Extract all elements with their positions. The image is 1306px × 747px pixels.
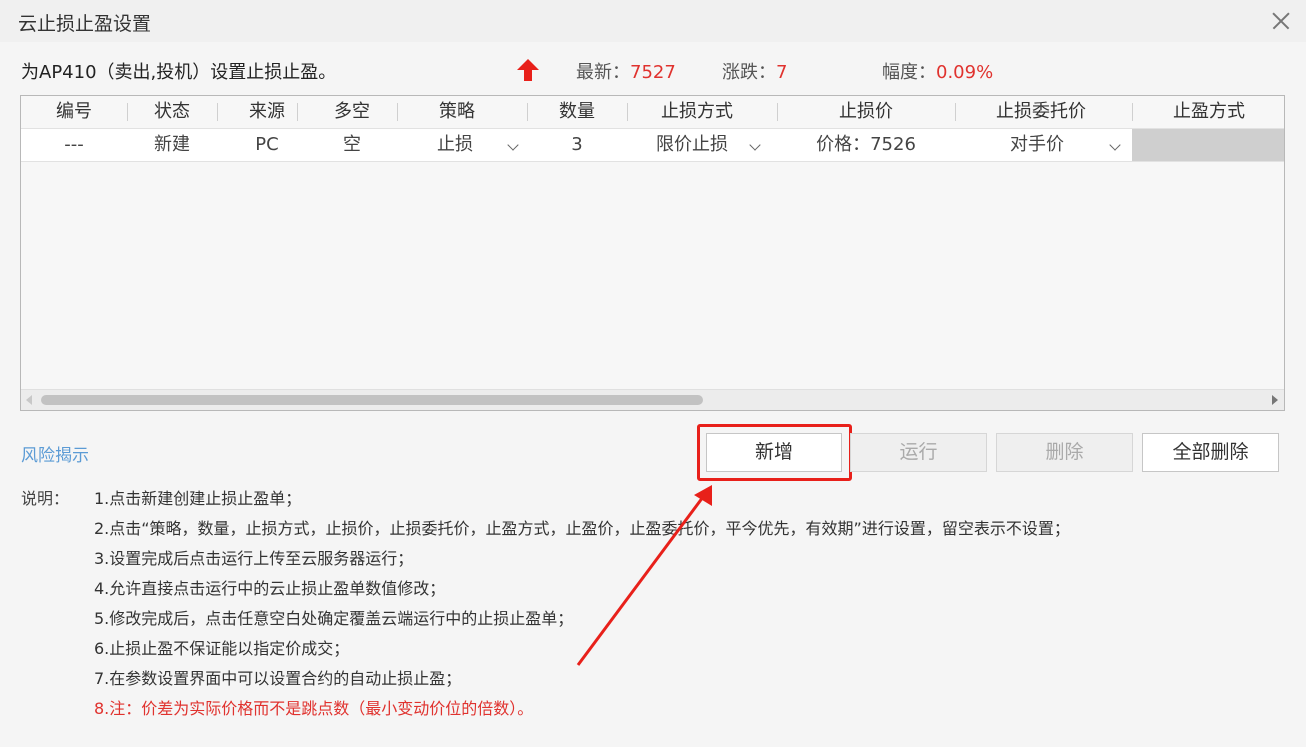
note-item: 4.允许直接点击运行中的云止损止盈单数值修改； (94, 579, 446, 598)
col-header-stop-loss-order-price[interactable]: 止损委托价 (955, 96, 1127, 128)
horizontal-scrollbar[interactable] (21, 389, 1284, 410)
col-header-quantity[interactable]: 数量 (527, 96, 627, 128)
cell-id: --- (64, 134, 84, 155)
table-row[interactable]: --- 新建 PC 空 止损 3 限价止损 价格：7526 对手价 (21, 129, 1284, 162)
cell-take-profit-method[interactable] (1132, 129, 1284, 161)
strategy-value: 止损 (437, 134, 473, 155)
chevron-down-icon (749, 139, 761, 151)
delete-button[interactable]: 删除 (996, 433, 1133, 472)
col-header-stop-loss-price[interactable]: 止损价 (777, 96, 955, 128)
col-header-strategy[interactable]: 策略 (397, 96, 517, 128)
title-bar: 云止损止盈设置 (0, 0, 1306, 42)
change-value: 7 (776, 62, 788, 83)
stop-loss-method-value: 限价止损 (656, 134, 728, 155)
strategy-select[interactable]: 止损 (437, 129, 527, 161)
price-change: 涨跌：7 (722, 58, 787, 84)
cell-quantity[interactable]: 3 (527, 129, 627, 161)
price-range: 幅度：0.09% (882, 58, 993, 84)
stop-loss-order-price-value: 对手价 (1010, 134, 1064, 155)
note-item: 1.点击新建创建止损止盈单； (94, 489, 302, 508)
delete-all-button[interactable]: 全部删除 (1142, 433, 1279, 472)
col-header-status[interactable]: 状态 (127, 96, 217, 128)
scroll-left-icon[interactable] (26, 395, 32, 405)
notes-label: 说明： (21, 489, 70, 508)
note-item: 3.设置完成后点击运行上传至云服务器运行； (94, 549, 414, 568)
risk-disclosure-link[interactable]: 风险揭示 (21, 441, 89, 466)
range-value: 0.09% (936, 62, 994, 83)
latest-value: 7527 (630, 62, 676, 83)
chevron-down-icon (507, 139, 519, 151)
window-title: 云止损止盈设置 (18, 13, 152, 35)
stop-loss-method-select[interactable]: 限价止损 (656, 129, 771, 161)
run-button[interactable]: 运行 (850, 433, 987, 472)
scrollbar-thumb[interactable] (41, 395, 703, 405)
col-header-stop-loss-method[interactable]: 止损方式 (627, 96, 767, 128)
range-label: 幅度： (882, 62, 936, 83)
note-item: 6.止损止盈不保证能以指定价成交； (94, 639, 350, 658)
add-button[interactable]: 新增 (706, 433, 842, 472)
note-item-warning: 8.注：价差为实际价格而不是跳点数（最小变动价位的倍数）。 (94, 699, 534, 718)
close-icon[interactable] (1266, 6, 1296, 36)
col-header-direction[interactable]: 多空 (297, 96, 407, 128)
table-header: 编号 状态 来源 多空 策略 数量 止损方式 止损价 止损委托价 止盈方式 (21, 96, 1284, 129)
change-label: 涨跌： (722, 62, 776, 83)
cell-stop-loss-price[interactable]: 价格：7526 (777, 129, 955, 161)
note-item: 2.点击“策略，数量，止损方式，止损价，止损委托价，止盈方式，止盈价，止盈委托价… (94, 519, 1070, 538)
scroll-right-icon[interactable] (1272, 395, 1278, 405)
up-arrow-icon (517, 59, 539, 81)
cell-status: 新建 (154, 134, 190, 155)
latest-label: 最新： (576, 62, 630, 83)
note-item: 7.在参数设置界面中可以设置合约的自动止损止盈； (94, 669, 462, 688)
chevron-down-icon (1109, 139, 1121, 151)
stop-loss-order-price-select[interactable]: 对手价 (1010, 129, 1125, 161)
cell-direction: 空 (343, 134, 361, 155)
note-item: 5.修改完成后，点击任意空白处确定覆盖云端运行中的止损止盈单； (94, 609, 574, 628)
col-header-id[interactable]: 编号 (21, 96, 127, 128)
order-table: 编号 状态 来源 多空 策略 数量 止损方式 止损价 止损委托价 止盈方式 --… (20, 95, 1285, 411)
latest-price: 最新：7527 (576, 58, 676, 84)
col-header-take-profit-method[interactable]: 止盈方式 (1132, 96, 1284, 128)
contract-description: 为AP410（卖出,投机）设置止损止盈。 (21, 62, 337, 83)
